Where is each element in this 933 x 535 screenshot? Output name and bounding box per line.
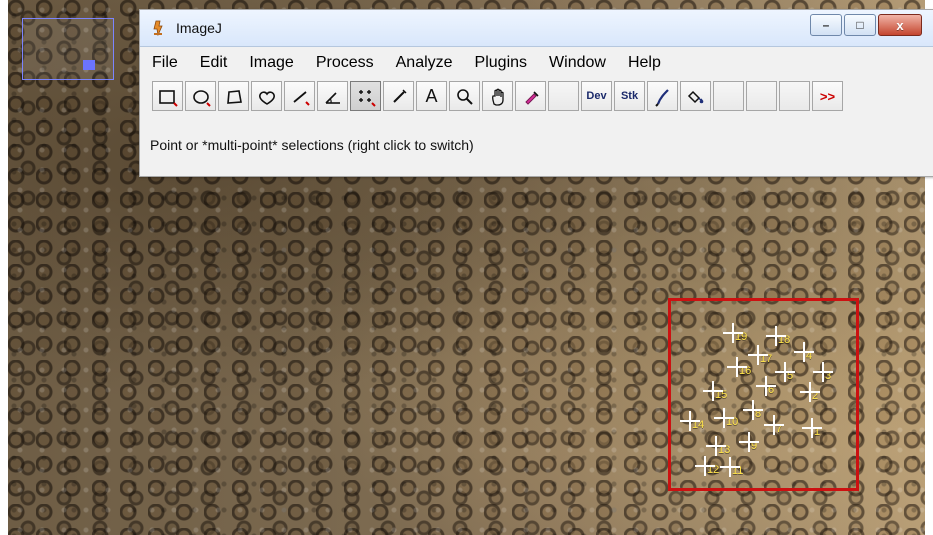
zoom-tool-icon	[457, 89, 473, 105]
menu-process[interactable]: Process	[314, 54, 376, 74]
more-tools-icon: >>	[819, 88, 836, 104]
window-titlebar[interactable]: ImageJ – □ x	[140, 10, 933, 47]
roi-rectangle	[668, 298, 859, 491]
rectangle-selection-icon	[159, 90, 178, 107]
window-controls: – □ x	[810, 14, 922, 36]
tool-color-picker[interactable]	[515, 81, 546, 111]
window-title: ImageJ	[176, 20, 222, 36]
tool-brush[interactable]	[647, 81, 678, 111]
close-button[interactable]: x	[878, 14, 922, 36]
imagej-window: ImageJ – □ x File Edit Image Process Ana…	[139, 9, 933, 177]
dev-tool-icon: Dev	[586, 90, 607, 102]
minimize-button[interactable]: –	[810, 14, 842, 36]
maximize-button[interactable]: □	[844, 14, 876, 36]
tool-more[interactable]: >>	[812, 81, 843, 111]
tool-slot-empty[interactable]	[746, 81, 777, 111]
tool-flood-fill[interactable]	[680, 81, 711, 111]
menu-analyze[interactable]: Analyze	[394, 54, 455, 74]
tool-line[interactable]	[284, 81, 315, 111]
menu-window[interactable]: Window	[547, 54, 608, 74]
imagej-app-icon	[153, 20, 163, 36]
tool-slot-empty[interactable]	[779, 81, 810, 111]
multi-point-tool-icon	[359, 90, 376, 107]
menu-edit[interactable]: Edit	[198, 54, 230, 74]
tool-zoom[interactable]	[449, 81, 480, 111]
oval-selection-icon	[193, 90, 211, 107]
brush-tool-icon	[655, 89, 669, 107]
wand-tool-icon	[393, 89, 407, 103]
tool-slot-empty[interactable]	[548, 81, 579, 111]
tool-rectangle[interactable]	[152, 81, 183, 111]
blank-slot-icon	[784, 86, 806, 108]
line-selection-icon	[293, 91, 310, 106]
tool-bar: A Dev Stk >>	[152, 81, 922, 113]
freehand-selection-icon	[259, 91, 275, 105]
tool-multi-point[interactable]	[350, 81, 381, 111]
flood-fill-tool-icon	[687, 90, 704, 104]
menu-file[interactable]: File	[150, 54, 180, 74]
polygon-selection-icon	[227, 90, 242, 104]
tool-angle[interactable]	[317, 81, 348, 111]
image-canvas[interactable]: ImageJ – □ x File Edit Image Process Ana…	[0, 0, 933, 535]
text-tool-icon: A	[425, 85, 438, 106]
tool-oval[interactable]	[185, 81, 216, 111]
blank-slot-icon	[718, 86, 740, 108]
stk-tool-icon: Stk	[620, 90, 639, 102]
hand-tool-icon	[491, 88, 504, 106]
tool-text[interactable]: A	[416, 81, 447, 111]
menu-plugins[interactable]: Plugins	[473, 54, 529, 74]
tool-slot-empty[interactable]	[713, 81, 744, 111]
tool-wand[interactable]	[383, 81, 414, 111]
tool-stk[interactable]: Stk	[614, 81, 645, 111]
angle-tool-icon	[325, 92, 340, 104]
blank-slot-icon	[553, 86, 575, 108]
tool-polygon[interactable]	[218, 81, 249, 111]
blank-slot-icon	[751, 86, 773, 108]
menu-help[interactable]: Help	[626, 54, 663, 74]
maximize-icon: □	[856, 18, 864, 32]
menu-image[interactable]: Image	[247, 54, 295, 74]
status-text: Point or *multi-point* selections (right…	[150, 137, 474, 153]
tool-freehand[interactable]	[251, 81, 282, 111]
menu-bar: File Edit Image Process Analyze Plugins …	[150, 54, 663, 74]
navigator-viewport-indicator	[83, 60, 95, 70]
close-icon: x	[896, 17, 904, 33]
tool-hand[interactable]	[482, 81, 513, 111]
color-picker-icon	[525, 91, 539, 105]
minimize-icon: –	[822, 18, 830, 32]
tool-dev[interactable]: Dev	[581, 81, 612, 111]
navigator-thumbnail[interactable]	[22, 18, 114, 80]
